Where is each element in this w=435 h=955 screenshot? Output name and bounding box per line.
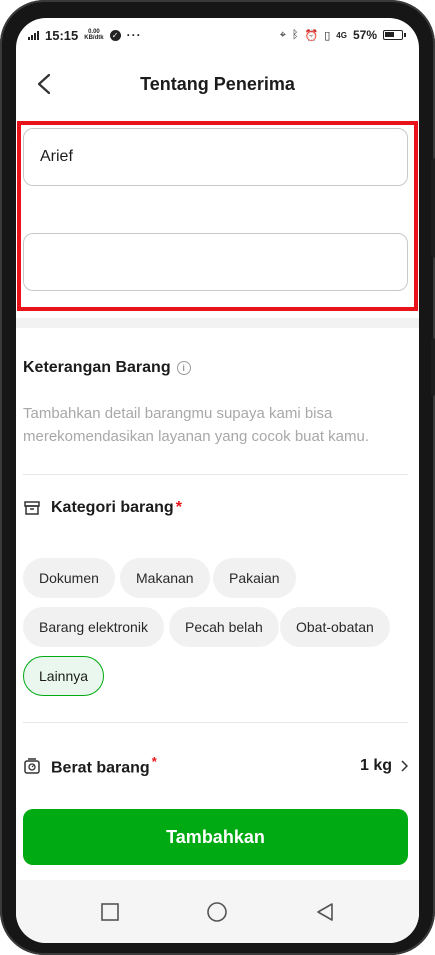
divider [23, 474, 408, 475]
battery-icon [383, 30, 406, 40]
triangle-back-icon [317, 902, 333, 921]
recent-apps-button[interactable] [95, 897, 125, 927]
page-title: Tentang Penerima [140, 73, 295, 94]
scale-icon [24, 758, 40, 774]
divider [23, 722, 408, 723]
tambahkan-button[interactable]: Tambahkan [23, 809, 408, 865]
battery-percent: 57% [352, 28, 377, 42]
home-button[interactable] [202, 897, 232, 927]
recipient-name-input[interactable] [23, 128, 408, 186]
chip-pakaian[interactable]: Pakaian [213, 558, 296, 598]
berat-row[interactable]: Berat barang * 1 kg [23, 749, 408, 783]
alarm-icon: ⏰ [304, 29, 319, 42]
vibrate-icon: ▯ [324, 29, 331, 42]
chip-lainnya[interactable]: Lainnya [23, 656, 105, 696]
location-icon: ⌖ [279, 28, 286, 41]
back-nav-button[interactable] [310, 897, 340, 927]
more-notifications-icon: ··· [126, 28, 142, 42]
chip-barang-elektronik[interactable]: Barang elektronik [23, 607, 164, 647]
berat-value: 1 kg [359, 757, 392, 774]
back-button[interactable] [30, 70, 58, 98]
bluetooth-icon: ᛒ [291, 29, 299, 41]
square-icon [101, 902, 119, 921]
kategori-title: Kategori barang [51, 499, 174, 516]
volume-button [431, 338, 435, 396]
keterangan-heading: Keterangan Barang i [23, 359, 191, 377]
keterangan-description: Tambahkan detail barangmu supaya kami bi… [23, 405, 370, 445]
status-bar: 15:15 0.00 KB/dtk ✓ ··· ⌖ ᛒ ⏰ ▯ 4G 57% [16, 18, 419, 52]
chip-obat-obatan[interactable]: Obat-obatan [280, 607, 390, 647]
signal-icon [28, 30, 39, 40]
speed-unit: KB/dtk [84, 35, 104, 41]
keterangan-title: Keterangan Barang [23, 359, 171, 376]
info-icon[interactable]: i [176, 361, 191, 375]
network-type: 4G [336, 30, 347, 40]
box-icon [24, 501, 40, 515]
chevron-right-icon [401, 760, 408, 772]
check-icon: ✓ [109, 29, 121, 41]
berat-title: Berat barang [51, 759, 150, 777]
section-divider [16, 318, 419, 328]
phone-frame: 15:15 0.00 KB/dtk ✓ ··· ⌖ ᛒ ⏰ ▯ 4G 57% T… [0, 0, 435, 955]
battery-fill [385, 32, 394, 37]
network-speed: 0.00 KB/dtk [84, 29, 103, 41]
chevron-left-icon [37, 73, 51, 95]
power-button [431, 158, 435, 258]
chip-pecah-belah[interactable]: Pecah belah [169, 607, 279, 647]
kategori-heading: Kategori barang * [23, 499, 182, 517]
status-time: 15:15 [45, 27, 79, 43]
navigation-bar [16, 880, 419, 943]
chip-makanan[interactable]: Makanan [120, 558, 210, 598]
circle-icon [207, 901, 228, 922]
required-mark: * [151, 754, 157, 770]
recipient-phone-input[interactable] [23, 233, 408, 291]
screen: 15:15 0.00 KB/dtk ✓ ··· ⌖ ᛒ ⏰ ▯ 4G 57% T… [16, 18, 419, 943]
header: Tentang Penerima [16, 64, 419, 104]
required-mark: * [175, 499, 182, 516]
chip-dokumen[interactable]: Dokumen [23, 558, 115, 598]
